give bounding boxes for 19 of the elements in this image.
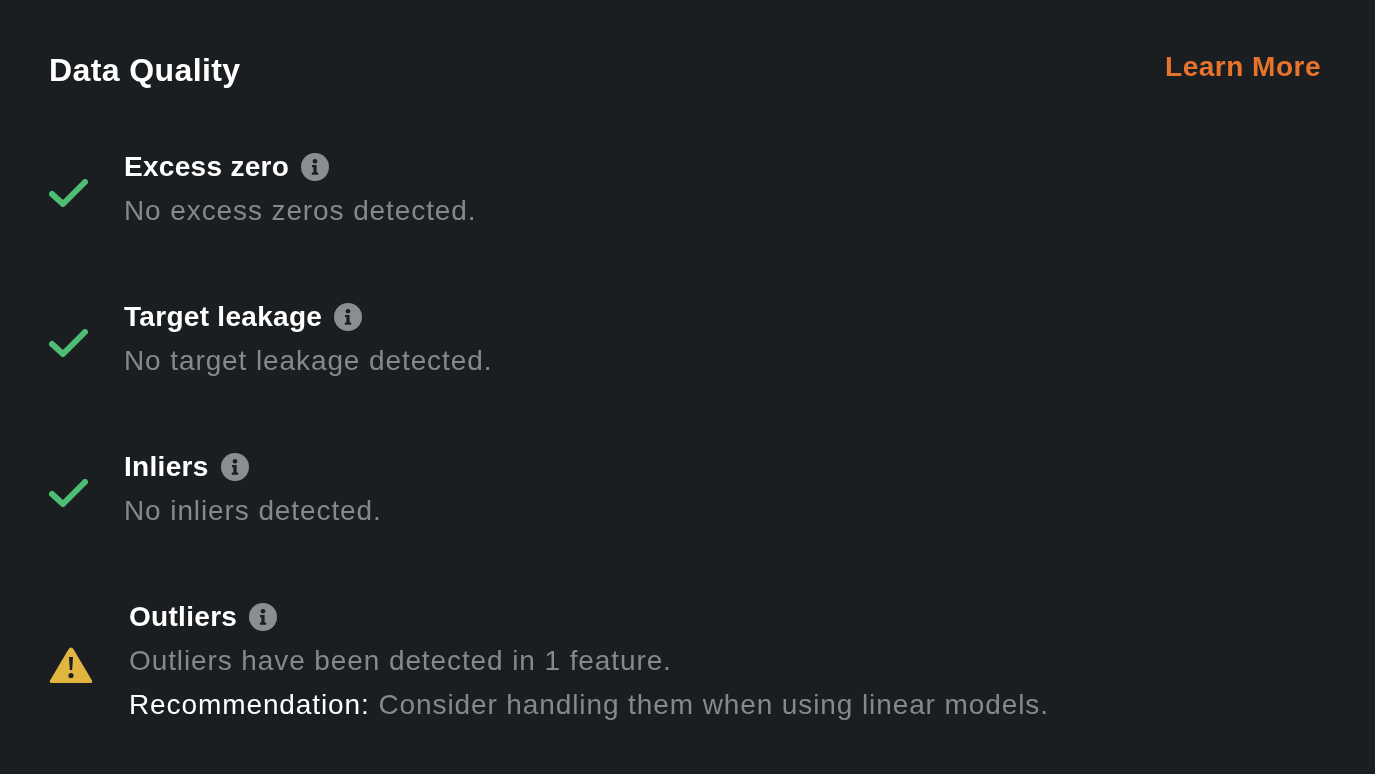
check-icon <box>49 179 88 207</box>
check-icon <box>49 479 88 507</box>
recommendation-text: Recommendation: Consider handling them when using linear models. <box>129 688 1049 722</box>
check-title: Target leakage <box>124 300 323 334</box>
check-title: Outliers <box>129 600 238 634</box>
check-description: No excess zeros detected. <box>124 194 477 228</box>
check-description: Outliers have been detected in 1 feature. <box>129 644 673 678</box>
check-icon <box>49 329 88 357</box>
info-icon[interactable] <box>334 303 363 331</box>
check-title: Excess zero <box>124 150 290 184</box>
check-description: No target leakage detected. <box>124 344 493 378</box>
section-title: Data Quality <box>49 51 241 89</box>
info-icon[interactable] <box>301 153 330 181</box>
check-title: Inliers <box>124 450 209 484</box>
info-icon[interactable] <box>249 603 278 631</box>
check-description: No inliers detected. <box>124 494 382 528</box>
learn-more-link[interactable]: Learn More <box>1165 51 1321 83</box>
info-icon[interactable] <box>220 453 249 481</box>
warning-icon <box>49 646 93 684</box>
